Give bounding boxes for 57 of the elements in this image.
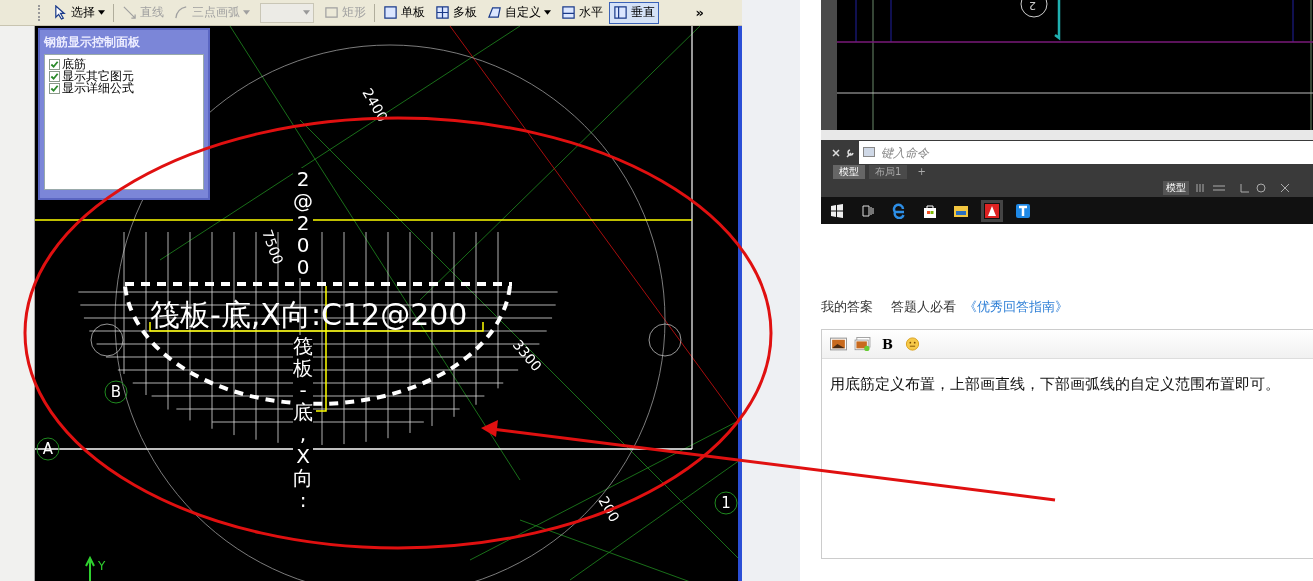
axis-label: B [110, 383, 122, 401]
answer-editor[interactable]: B 用底筋定义布置，上部画直线，下部画弧线的自定义范围布置即可。 [821, 329, 1313, 559]
toolbar-button[interactable]: 水平 [557, 1, 607, 24]
cad-app-icon[interactable] [984, 202, 1000, 219]
toolbar-button[interactable]: 多板 [431, 1, 481, 24]
checkbox[interactable] [49, 70, 60, 82]
answer-text: 用底筋定义布置，上部画直线，下部画弧线的自定义范围布置即可。 [829, 374, 1281, 394]
axis-label: 2 [1029, 0, 1036, 11]
axis-label: 1 [721, 494, 731, 512]
toolbar-overflow-button[interactable]: » [695, 5, 704, 20]
rectangle-icon [324, 5, 339, 20]
command-field[interactable]: 键入命令 [877, 141, 1313, 164]
caret-icon [544, 10, 551, 15]
bold-button[interactable]: B [878, 336, 897, 352]
scrollbar[interactable] [821, 130, 1313, 140]
smiley-icon[interactable] [904, 337, 921, 351]
checkbox-option[interactable]: 底筋 [49, 58, 199, 70]
guide-link[interactable]: 《优秀回答指南》 [964, 298, 1068, 316]
answer-tab[interactable]: 答题人必看 [891, 298, 956, 316]
checkbox[interactable] [49, 82, 60, 94]
grid-icon [435, 5, 450, 20]
polygon-icon [487, 5, 502, 20]
caret-icon [98, 10, 105, 15]
layout-tab[interactable]: 模型 [833, 165, 865, 179]
dimension-label: 7500 [259, 227, 287, 267]
browser-icon[interactable] [891, 202, 907, 219]
checkbox-option[interactable]: 显示其它图元 [49, 70, 199, 82]
layout-tab[interactable]: 布局1 [869, 165, 908, 179]
add-tab-button[interactable]: + [911, 165, 932, 179]
toolbar-button[interactable]: 自定义 [483, 1, 555, 24]
task-view-icon[interactable] [860, 202, 876, 219]
toolbar-button[interactable]: 选择 [49, 1, 109, 24]
vertical-panel-icon [613, 5, 628, 20]
store-bag-icon[interactable] [922, 202, 938, 219]
checkbox-option[interactable]: 显示详细公式 [49, 82, 199, 94]
caret-icon [303, 10, 310, 15]
prompt-icon [859, 141, 877, 164]
toolbar-button[interactable]: 垂直 [609, 1, 659, 24]
y-axis-label: Y [98, 559, 106, 573]
cursor-icon [53, 5, 68, 20]
close-icon[interactable] [831, 147, 841, 158]
line-icon [122, 5, 137, 20]
caret-icon [243, 10, 250, 15]
image-icon[interactable] [830, 337, 847, 351]
checkbox[interactable] [49, 58, 60, 70]
answer-tab[interactable]: 我的答案 [821, 298, 873, 316]
toolbar-button[interactable]: 单板 [379, 1, 429, 24]
arc-icon [174, 5, 189, 20]
windows-start-icon[interactable] [829, 202, 845, 219]
horizontal-panel-icon [561, 5, 576, 20]
rebar-label: 2@200 [293, 168, 313, 278]
panel-title: 钢筋显示控制面板 [44, 34, 141, 51]
model-button[interactable]: 模型 [1163, 181, 1189, 195]
app-t-icon[interactable] [1015, 202, 1031, 219]
square-icon [383, 5, 398, 20]
wrench-icon[interactable] [845, 147, 855, 158]
image-upload-icon[interactable] [854, 337, 871, 351]
